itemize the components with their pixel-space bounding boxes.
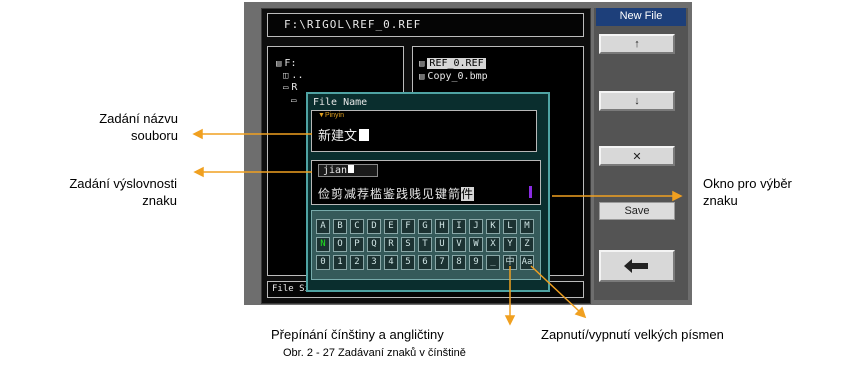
- arrow-head: [504, 315, 516, 326]
- annotation-lang-switch: Přepínání čínštiny a angličtiny: [271, 327, 444, 342]
- annotation-char-window: Okno pro výběr znaku: [703, 176, 792, 208]
- annotation-pronunciation: Zadání výslovnosti znaku: [69, 176, 177, 208]
- figure-caption: Obr. 2 - 27 Zadávaní znaků v čínštině: [283, 347, 466, 359]
- arrow-head: [192, 128, 203, 140]
- arrow-head: [672, 190, 683, 202]
- annotation-filename: Zadání názvu souboru: [99, 111, 178, 143]
- arrow-line: [530, 265, 581, 313]
- annotation-caps-toggle: Zapnutí/vypnutí velkých písmen: [541, 327, 724, 342]
- arrow-head: [193, 166, 204, 178]
